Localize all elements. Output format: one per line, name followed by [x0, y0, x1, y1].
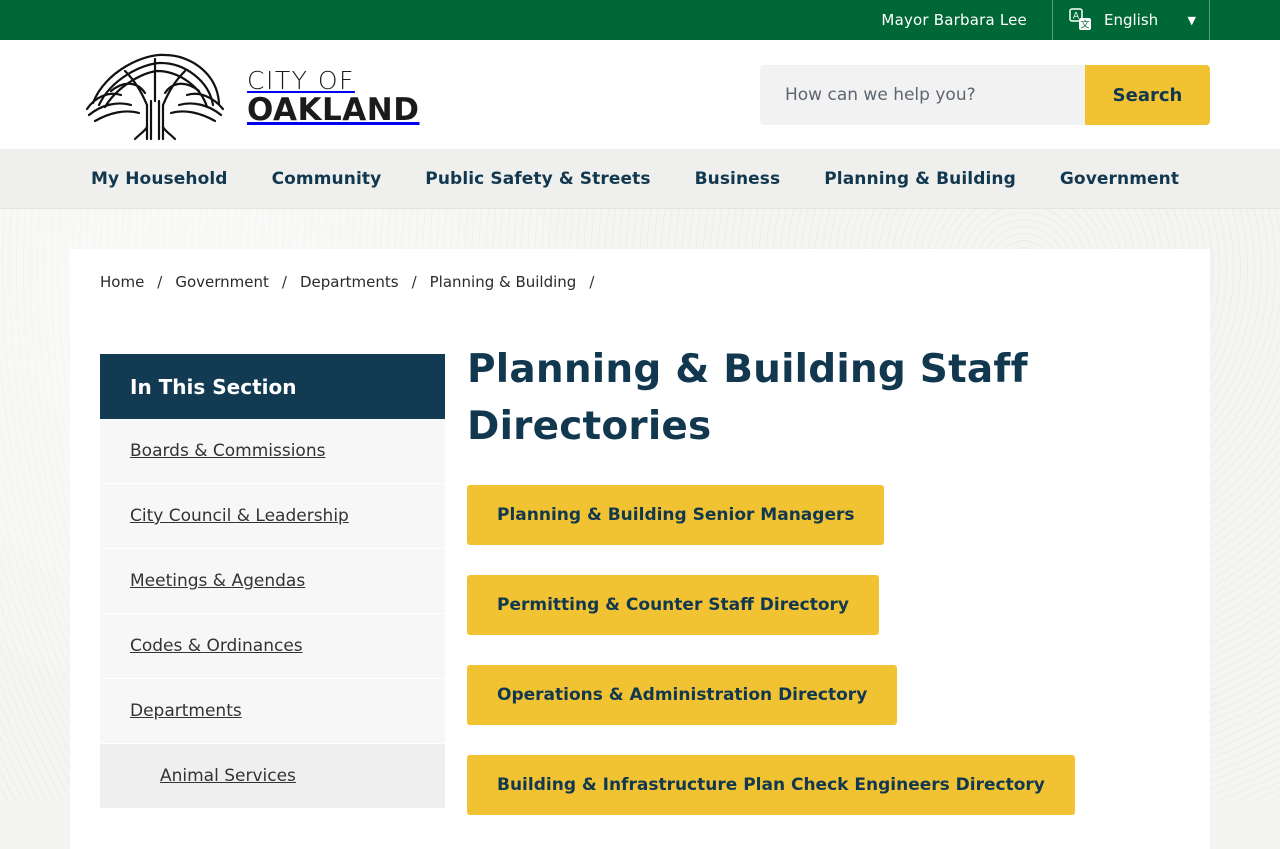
directory-button-permitting-counter-staff[interactable]: Permitting & Counter Staff Directory [467, 575, 879, 635]
breadcrumb-separator: / [281, 273, 287, 291]
utility-bar: Mayor Barbara Lee A 文 English ▼ [0, 0, 1280, 40]
site-header: CITY OF OAKLAND Search [0, 40, 1280, 149]
main-navigation: My Household Community Public Safety & S… [0, 149, 1280, 209]
svg-text:A: A [1073, 12, 1080, 22]
search-button[interactable]: Search [1085, 65, 1210, 125]
page-title: Planning & Building Staff Directories [467, 347, 1028, 449]
nav-item-planning-building[interactable]: Planning & Building [824, 169, 1016, 189]
mayor-link[interactable]: Mayor Barbara Lee [881, 0, 1027, 40]
sidebar-item-boards-commissions[interactable]: Boards & Commissions [100, 419, 445, 484]
content-card: Home / Government / Departments / Planni… [70, 249, 1210, 849]
translate-icon: A 文 [1069, 8, 1091, 31]
language-label: English [1104, 11, 1159, 29]
breadcrumb-departments[interactable]: Departments [300, 273, 399, 291]
svg-text:文: 文 [1080, 19, 1089, 31]
search-input[interactable] [760, 65, 1085, 125]
nav-item-community[interactable]: Community [272, 169, 382, 189]
sidebar-item-departments[interactable]: Departments [100, 679, 445, 744]
breadcrumb-planning-building[interactable]: Planning & Building [430, 273, 577, 291]
utility-divider [1209, 0, 1210, 40]
sidebar-heading: In This Section [100, 354, 445, 419]
sidebar-item-codes-ordinances[interactable]: Codes & Ordinances [100, 614, 445, 679]
breadcrumb: Home / Government / Departments / Planni… [100, 273, 607, 291]
main-content: Planning & Building Staff Directories Pl… [467, 341, 1187, 845]
site-search: Search [760, 65, 1210, 125]
chevron-down-icon: ▼ [1187, 13, 1196, 27]
sidebar-item-meetings-agendas[interactable]: Meetings & Agendas [100, 549, 445, 614]
sidebar-item-city-council-leadership[interactable]: City Council & Leadership [100, 484, 445, 549]
breadcrumb-separator: / [589, 273, 595, 291]
nav-item-my-household[interactable]: My Household [91, 169, 228, 189]
nav-item-government[interactable]: Government [1060, 169, 1179, 189]
directory-button-list: Planning & Building Senior Managers Perm… [467, 485, 1187, 845]
sidebar-subitem-animal-services[interactable]: Animal Services [100, 744, 445, 809]
logo-oakland: OAKLAND [247, 92, 420, 128]
breadcrumb-home[interactable]: Home [100, 273, 144, 291]
directory-button-senior-managers[interactable]: Planning & Building Senior Managers [467, 485, 885, 545]
utility-divider [1052, 0, 1053, 40]
language-selector[interactable]: A 文 English ▼ [1068, 0, 1196, 40]
directory-button-plan-check-engineers[interactable]: Building & Infrastructure Plan Check Eng… [467, 755, 1075, 815]
breadcrumb-government[interactable]: Government [175, 273, 269, 291]
logo-city-of: CITY OF [247, 66, 355, 95]
breadcrumb-separator: / [411, 273, 417, 291]
city-logo-link[interactable]: CITY OF OAKLAND [85, 51, 419, 141]
breadcrumb-separator: / [157, 273, 163, 291]
oak-tree-logo-icon [85, 53, 225, 141]
nav-item-public-safety-streets[interactable]: Public Safety & Streets [425, 169, 650, 189]
section-sidebar: In This Section Boards & Commissions Cit… [100, 354, 445, 809]
directory-button-operations-administration[interactable]: Operations & Administration Directory [467, 665, 898, 725]
nav-item-business[interactable]: Business [695, 169, 781, 189]
